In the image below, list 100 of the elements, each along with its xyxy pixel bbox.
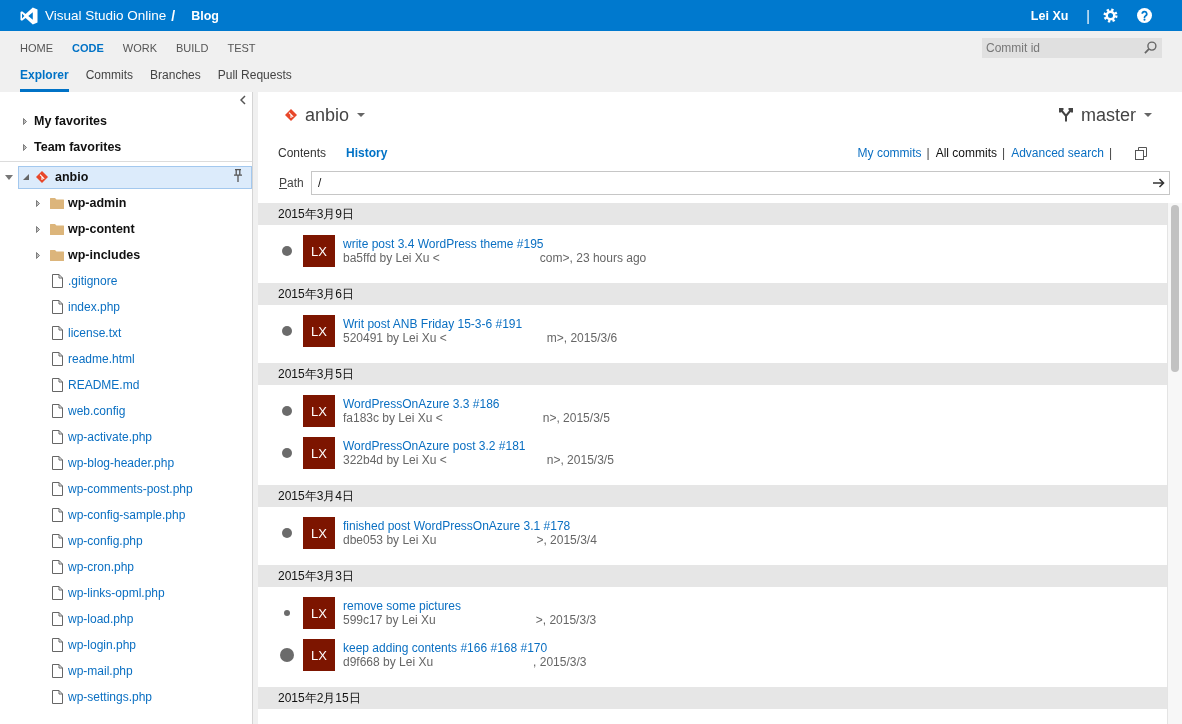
avatar: LX [303,315,335,347]
filter-separator: | [1108,146,1112,160]
avatar: LX [303,437,335,469]
commit-dot-icon [280,648,294,662]
file-icon [52,664,63,678]
file-tree-item[interactable]: wp-config-sample.php [0,502,192,528]
search-icon[interactable] [1144,41,1157,54]
collapsed-triangle-icon[interactable] [23,117,27,125]
path-field[interactable]: / [311,171,1170,195]
view-tab[interactable]: Contents [278,146,327,160]
user-name[interactable]: Lei Xu [1030,8,1069,23]
file-icon [52,482,63,496]
commit-dot-icon [284,610,290,616]
file-icon [52,638,63,652]
help-icon[interactable] [1137,8,1152,23]
folder-tree-item[interactable]: wp-admin [0,190,133,216]
collapsed-triangle-icon[interactable] [36,199,40,207]
collapsed-triangle-icon[interactable] [36,225,40,233]
commit-title-link[interactable]: WordPressOnAzure post 3.2 #181 [343,439,526,453]
header-divider: | [1086,7,1090,24]
file-tree-item[interactable]: index.php [0,294,127,320]
caret-icon [357,113,366,117]
file-tree-item[interactable]: wp-mail.php [0,658,139,684]
file-tree-item[interactable]: wp-settings.php [0,684,159,710]
date-group-header: 2015年3月5日 [258,363,1167,385]
favorites-item[interactable]: My favorites [0,108,113,134]
commit-filter-link[interactable]: All commits [935,146,997,160]
commit-title-link[interactable]: WordPressOnAzure 3.3 #186 [343,397,500,411]
date-group-header: 2015年2月15日 [258,687,1167,709]
commit-author-info: fa183c by Lei Xu < [343,411,443,425]
file-icon [52,508,63,522]
commit-date-info: >, 2015/3/3 [535,613,597,627]
file-icon [52,378,63,392]
repository-dropdown[interactable]: anbio [285,104,366,126]
commit-filter-link[interactable]: My commits [857,146,922,160]
scrollbar-thumb[interactable] [1171,205,1179,372]
file-tree-item[interactable]: wp-blog-header.php [0,450,181,476]
file-tree-item[interactable]: wp-activate.php [0,424,159,450]
favorites-item[interactable]: Team favorites [0,134,128,160]
branch-dropdown[interactable]: master [1059,104,1152,126]
repository-tree-item[interactable]: anbio [18,165,252,189]
file-tree-item[interactable]: readme.html [0,346,141,372]
file-icon [52,352,63,366]
hub-tab[interactable]: WORK [122,42,157,54]
folder-icon [50,249,64,261]
date-group-header: 2015年3月3日 [258,565,1167,587]
scrollbar[interactable] [1167,203,1182,724]
sub-tab[interactable]: Commits [85,65,134,92]
file-tree-item[interactable]: wp-load.php [0,606,140,632]
file-icon [52,274,63,288]
file-tree-item[interactable]: wp-links-opml.php [0,580,171,606]
commit-title-link[interactable]: write post 3.4 WordPress theme #195 [343,237,544,251]
project-name[interactable]: Blog [191,8,219,23]
file-tree-item[interactable]: .gitignore [0,268,124,294]
filter-separator: | [1002,146,1006,160]
commit-title-link[interactable]: Writ post ANB Friday 15-3-6 #191 [343,317,523,331]
hub-tab[interactable]: HOME [20,42,53,54]
avatar: LX [303,395,335,427]
logo-icon[interactable] [20,6,38,25]
file-tree-item[interactable]: wp-config.php [0,528,149,554]
filter-separator: | [926,146,930,160]
sub-tab[interactable]: Pull Requests [217,65,292,92]
collapse-chevron-icon[interactable] [240,95,246,105]
file-icon [52,586,63,600]
collapsed-triangle-icon[interactable] [36,251,40,259]
commit-title-link[interactable]: finished post WordPressOnAzure 3.1 #178 [343,519,571,533]
arrow-right-icon[interactable] [1153,178,1165,188]
commit-author-info: 599c17 by Lei Xu [343,613,436,627]
file-icon [52,456,63,470]
file-tree-item[interactable]: web.config [0,398,132,424]
commit-author-info: ba5ffd by Lei Xu < [343,251,440,265]
commit-date-info: n>, 2015/3/5 [542,411,610,425]
settings-icon[interactable] [1103,8,1118,23]
hub-tab[interactable]: CODE [72,42,104,54]
expanded-triangle-icon[interactable] [23,174,29,180]
file-tree-item[interactable]: wp-login.php [0,632,143,658]
copy-icon[interactable] [1135,146,1147,160]
date-group-header: 2015年3月6日 [258,283,1167,305]
folder-tree-item[interactable]: wp-includes [0,242,147,268]
file-tree-item[interactable]: wp-comments-post.php [0,476,199,502]
collapsed-triangle-icon[interactable] [23,143,27,151]
folder-tree-item[interactable]: wp-content [0,216,141,242]
sub-tab[interactable]: Branches [150,65,201,92]
file-tree-item[interactable]: wp-cron.php [0,554,141,580]
hub-tab[interactable]: BUILD [176,42,209,54]
file-tree-item[interactable]: README.md [0,372,146,398]
commit-dot-icon [282,406,292,416]
product-name[interactable]: Visual Studio Online [45,8,167,23]
hub-tab[interactable]: TEST [227,42,256,54]
commit-filter-link[interactable]: Advanced search [1011,146,1104,160]
file-tree-item[interactable]: license.txt [0,320,128,346]
commit-title-link[interactable]: remove some pictures [343,599,462,613]
commit-title-link[interactable]: keep adding contents #166 #168 #170 [343,641,548,655]
section-caret-icon[interactable] [5,174,13,180]
view-tab[interactable]: History [346,146,388,160]
git-repo-icon [285,109,297,121]
commit-date-info: >, 2015/3/4 [536,533,597,547]
commit-search-field[interactable]: Commit id [982,38,1162,58]
commit-author-info: 322b4d by Lei Xu < [343,453,447,467]
pin-icon[interactable] [234,168,242,182]
